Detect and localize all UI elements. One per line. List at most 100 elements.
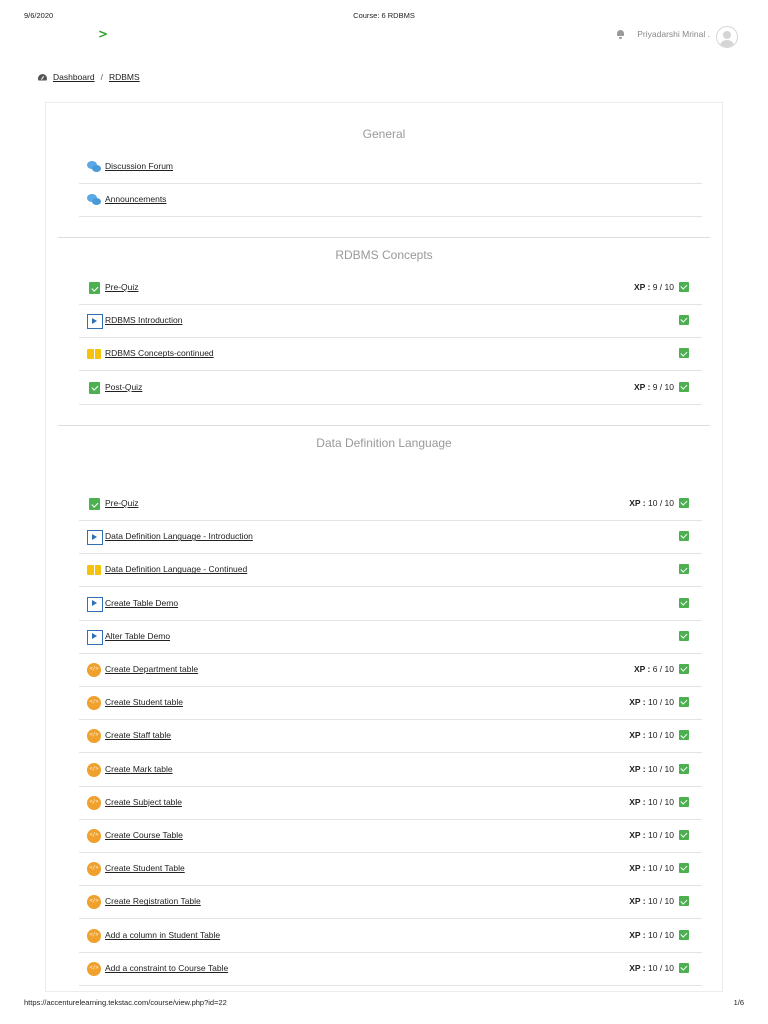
activity-link[interactable]: Create Registration Table <box>105 896 201 906</box>
activity-row: Pre-Quiz XP : 9 / 10 <box>79 271 702 305</box>
completion-check-icon[interactable] <box>679 830 689 840</box>
print-page-title: Course: 6 RDBMS <box>353 11 415 20</box>
video-icon <box>87 629 103 645</box>
user-menu[interactable]: Priyadarshi Mrinal . <box>616 26 738 48</box>
section-title: General <box>362 127 406 141</box>
xp-label: XP : <box>629 896 646 907</box>
xp-label: XP : <box>629 863 646 874</box>
xp-score: XP : 10 / 10 <box>629 797 674 807</box>
completion-check-icon[interactable] <box>679 896 689 907</box>
completion-check-icon[interactable] <box>679 796 689 807</box>
activity-row: RDBMS Introduction <box>79 304 702 339</box>
completion-check-icon[interactable] <box>679 282 689 292</box>
code-icon <box>87 829 101 843</box>
xp-score: XP : 10 / 10 <box>629 896 674 906</box>
xp-score: XP : 10 / 10 <box>629 930 674 940</box>
activity-link[interactable]: Add a constraint to Course Table <box>105 963 228 973</box>
xp-value: 10 / 10 <box>648 896 674 907</box>
completion-check-icon[interactable] <box>679 664 689 674</box>
activity-link[interactable]: Data Definition Language - Continued <box>105 564 247 574</box>
activity-row: Announcements <box>79 183 702 218</box>
xp-value: 10 / 10 <box>648 730 674 741</box>
activity-link[interactable]: Alter Table Demo <box>105 631 170 641</box>
xp-value: 9 / 10 <box>652 381 674 392</box>
activity-link[interactable]: RDBMS Introduction <box>105 315 182 325</box>
activity-link[interactable]: Discussion Forum <box>105 161 173 171</box>
bell-icon[interactable] <box>616 29 625 39</box>
xp-value: 10 / 10 <box>648 763 674 774</box>
code-icon <box>87 928 101 943</box>
print-url: https://accenturelearning.tekstac.com/co… <box>24 998 227 1007</box>
xp-score: XP : 10 / 10 <box>629 498 674 508</box>
activity-link[interactable]: Create Staff table <box>105 730 171 740</box>
completion-check-icon[interactable] <box>679 498 689 508</box>
activity-link[interactable]: Create Mark table <box>105 764 173 774</box>
activity-link[interactable]: Add a column in Student Table <box>105 930 220 940</box>
activity-link[interactable]: Announcements <box>105 194 166 204</box>
activity-row: Create Table Demo <box>79 587 702 621</box>
completion-check-icon[interactable] <box>679 697 689 708</box>
activity-link[interactable]: Post-Quiz <box>105 382 142 392</box>
print-header: 9/6/2020 Course: 6 RDBMS <box>24 11 744 23</box>
activity-row: Data Definition Language - Continued <box>79 553 702 588</box>
xp-label: XP : <box>633 282 651 292</box>
xp-label: XP : <box>629 730 646 741</box>
xp-score: XP : 10 / 10 <box>629 730 674 740</box>
xp-value: 10 / 10 <box>648 962 674 973</box>
activity-link[interactable]: Create Table Demo <box>105 598 178 608</box>
activity-link[interactable]: RDBMS Concepts-continued <box>105 348 214 358</box>
completion-check-icon[interactable] <box>679 597 689 608</box>
completion-check-icon[interactable] <box>679 315 689 326</box>
xp-label: XP : <box>629 796 646 807</box>
xp-value: 10 / 10 <box>648 863 674 874</box>
breadcrumb-dashboard-link[interactable]: Dashboard <box>53 72 95 82</box>
code-icon <box>87 795 101 810</box>
activity-row: Create Subject table XP : 10 / 10 <box>79 786 702 820</box>
activity-link[interactable]: Pre-Quiz <box>105 282 139 292</box>
quiz-icon <box>87 281 101 295</box>
xp-score: XP : 10 / 10 <box>629 963 674 973</box>
xp-score: XP : 9 / 10 <box>634 282 674 292</box>
xp-label: XP : <box>633 664 651 674</box>
book-icon <box>87 347 101 362</box>
completion-check-icon[interactable] <box>679 381 689 392</box>
quiz-icon <box>87 381 101 395</box>
xp-value: 9 / 10 <box>652 282 674 292</box>
user-avatar-icon[interactable] <box>716 26 738 48</box>
code-icon <box>87 862 101 877</box>
site-logo[interactable]: > <box>98 27 108 41</box>
completion-check-icon[interactable] <box>679 763 689 774</box>
activity-row: Add a constraint to Course Table XP : 10 … <box>79 952 702 986</box>
completion-check-icon[interactable] <box>679 863 689 874</box>
completion-check-icon[interactable] <box>679 630 689 641</box>
section-divider <box>58 237 710 238</box>
xp-label: XP : <box>629 697 646 708</box>
completion-check-icon[interactable] <box>679 962 689 973</box>
forum-icon <box>87 193 101 207</box>
activity-row: Post-Quiz XP : 9 / 10 <box>79 371 702 405</box>
completion-check-icon[interactable] <box>679 730 689 741</box>
xp-label: XP : <box>629 763 646 774</box>
activity-row: Add a column in Student Table XP : 10 / 1… <box>79 919 702 953</box>
activity-link[interactable]: Create Student Table <box>105 863 185 873</box>
activity-link[interactable]: Create Subject table <box>105 797 182 807</box>
activity-link[interactable]: Data Definition Language - Introduction <box>105 531 253 541</box>
xp-score: XP : 10 / 10 <box>629 764 674 774</box>
activity-row: Create Student table XP : 10 / 10 <box>79 686 702 721</box>
video-icon <box>87 314 103 330</box>
completion-check-icon[interactable] <box>679 531 689 542</box>
course-content: General Discussion Forum Announcements RDBM… <box>45 102 723 992</box>
completion-check-icon[interactable] <box>679 348 689 359</box>
activity-link[interactable]: Create Department table <box>105 664 198 674</box>
activity-link[interactable]: Create Student table <box>105 697 183 707</box>
code-icon <box>87 895 101 910</box>
activity-row: Create Department table XP : 6 / 10 <box>79 653 702 687</box>
completion-check-icon[interactable] <box>679 564 689 575</box>
section-title: RDBMS Concepts <box>335 248 433 262</box>
user-name[interactable]: Priyadarshi Mrinal . <box>637 29 710 39</box>
breadcrumb-rdbms-link[interactable]: RDBMS <box>109 72 140 82</box>
activity-link[interactable]: Create Course Table <box>105 830 183 840</box>
xp-label: XP : <box>629 929 646 940</box>
completion-check-icon[interactable] <box>679 929 689 940</box>
activity-link[interactable]: Pre-Quiz <box>105 498 139 508</box>
